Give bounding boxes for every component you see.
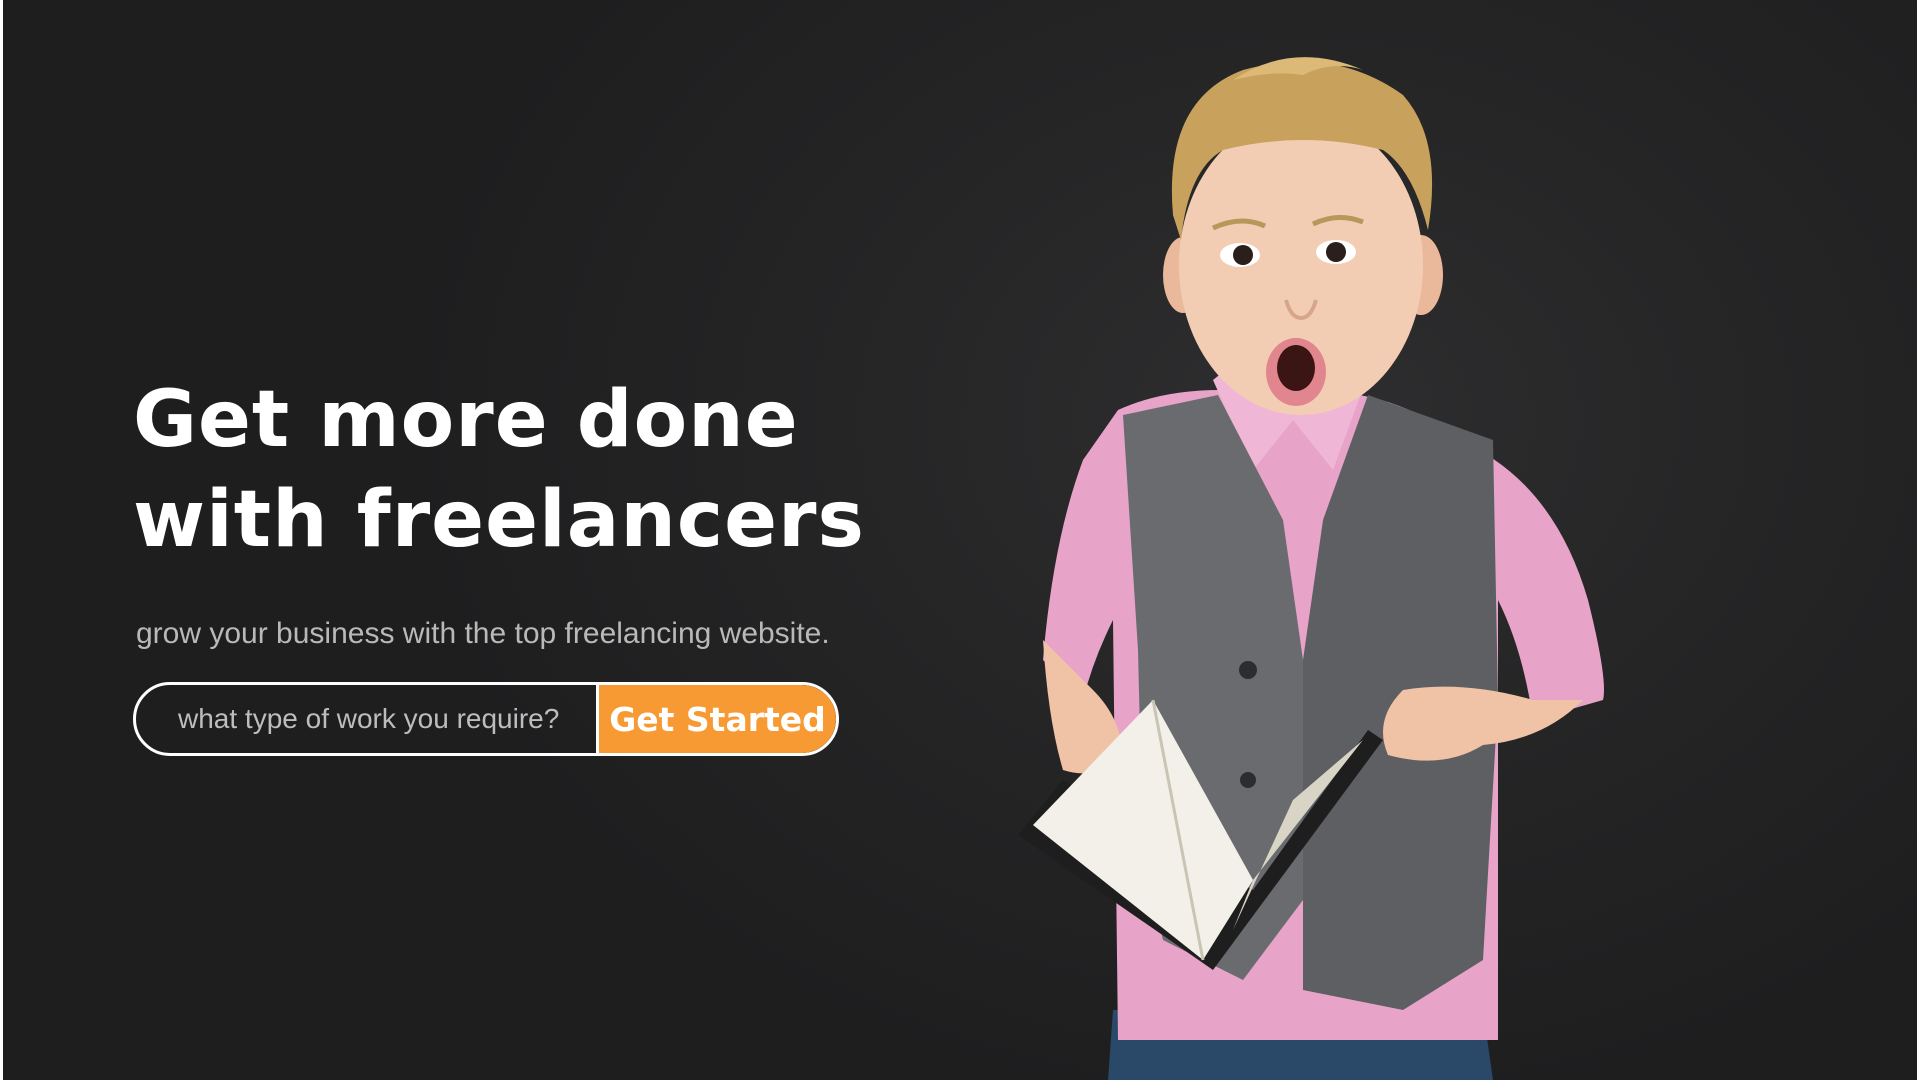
headline-line-1: Get more done bbox=[133, 375, 799, 465]
hero-subline: grow your business with the top freelanc… bbox=[136, 617, 830, 650]
get-started-button[interactable]: Get Started bbox=[596, 685, 836, 753]
hero-headline: Get more done with freelancers bbox=[133, 370, 893, 570]
search-input[interactable] bbox=[136, 685, 596, 753]
headline-line-2: with freelancers bbox=[133, 475, 865, 565]
search-form: Get Started bbox=[133, 682, 839, 756]
hero-section: Get more done with freelancers grow your… bbox=[3, 0, 1917, 1080]
vest-button bbox=[1239, 661, 1257, 679]
vest-button bbox=[1240, 772, 1256, 788]
